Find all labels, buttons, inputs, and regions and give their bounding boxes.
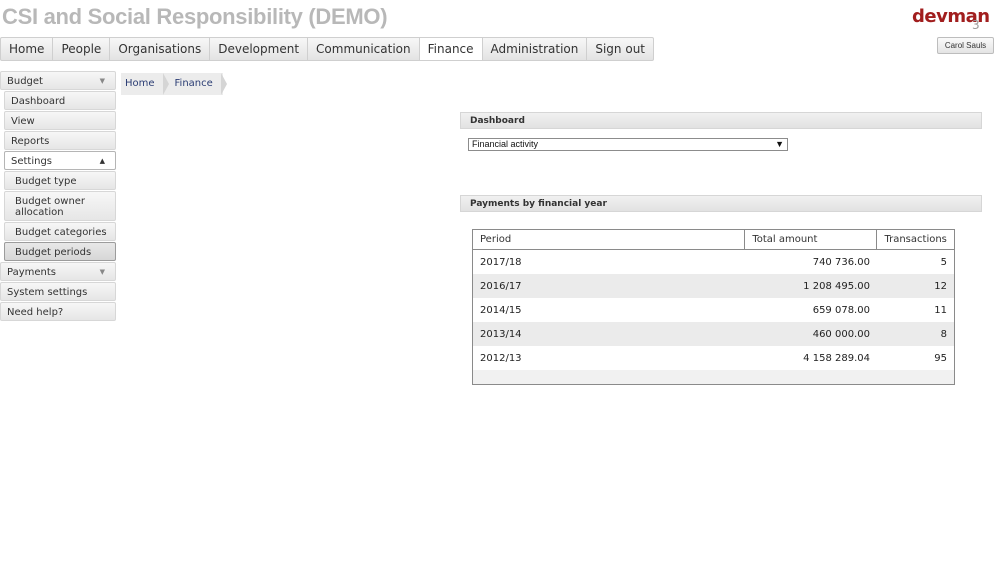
cell-total-amount: 4 158 289.04 bbox=[744, 346, 877, 370]
sidebar-item-payments[interactable]: Payments ▼ bbox=[0, 262, 116, 281]
tab-administration[interactable]: Administration bbox=[483, 38, 588, 60]
table-row[interactable]: 2012/13 4 158 289.04 95 bbox=[472, 346, 955, 370]
logo-number: 3 bbox=[972, 18, 980, 32]
payments-heading: Payments by financial year bbox=[460, 195, 982, 212]
breadcrumb: Home Finance bbox=[121, 73, 228, 95]
cell-period: 2017/18 bbox=[472, 249, 745, 274]
column-header-transactions[interactable]: Transactions bbox=[876, 229, 955, 250]
cell-total-amount: 460 000.00 bbox=[744, 322, 877, 346]
cell-transactions: 12 bbox=[876, 274, 955, 298]
cell-transactions: 95 bbox=[876, 346, 955, 370]
cell-period: 2014/15 bbox=[472, 298, 745, 322]
tab-development[interactable]: Development bbox=[210, 38, 309, 60]
dashboard-select[interactable]: Financial activity ▼ bbox=[468, 138, 788, 151]
cell-transactions: 11 bbox=[876, 298, 955, 322]
table-row[interactable]: 2014/15 659 078.00 11 bbox=[472, 298, 955, 322]
tab-people[interactable]: People bbox=[53, 38, 111, 60]
tab-finance[interactable]: Finance bbox=[419, 38, 483, 60]
cell-period: 2016/17 bbox=[472, 274, 745, 298]
sidebar-item-dashboard[interactable]: Dashboard bbox=[4, 91, 116, 110]
sidebar-item-budget-type[interactable]: Budget type bbox=[4, 171, 116, 190]
tab-organisations[interactable]: Organisations bbox=[110, 38, 211, 60]
chevron-down-icon: ▼ bbox=[775, 139, 784, 149]
sidebar-item-budget-categories[interactable]: Budget categories bbox=[4, 222, 116, 241]
cell-total-amount: 659 078.00 bbox=[744, 298, 877, 322]
column-header-period[interactable]: Period bbox=[472, 229, 746, 250]
sidebar-item-label: Budget bbox=[7, 76, 43, 87]
table-row[interactable]: 2013/14 460 000.00 8 bbox=[472, 322, 955, 346]
dashboard-heading: Dashboard bbox=[460, 112, 982, 129]
sidebar: Budget ▼ Dashboard View Reports Settings ▲… bbox=[0, 71, 116, 322]
sidebar-item-label: Payments bbox=[7, 267, 56, 278]
top-navigation: Home People Organisations Development Co… bbox=[0, 37, 654, 61]
cell-total-amount: 1 208 495.00 bbox=[744, 274, 877, 298]
sidebar-item-settings[interactable]: Settings ▲ bbox=[4, 151, 116, 170]
user-button[interactable]: Carol Sauls bbox=[937, 37, 994, 54]
sidebar-item-need-help[interactable]: Need help? bbox=[0, 302, 116, 321]
sidebar-item-system-settings[interactable]: System settings bbox=[0, 282, 116, 301]
sidebar-item-reports[interactable]: Reports bbox=[4, 131, 116, 150]
table-footer bbox=[472, 370, 955, 385]
cell-transactions: 5 bbox=[876, 249, 955, 274]
table-row[interactable]: 2017/18 740 736.00 5 bbox=[472, 249, 955, 274]
table-row[interactable]: 2016/17 1 208 495.00 12 bbox=[472, 274, 955, 298]
cell-period: 2012/13 bbox=[472, 346, 745, 370]
sidebar-item-view[interactable]: View bbox=[4, 111, 116, 130]
chevron-down-icon: ▼ bbox=[99, 77, 105, 85]
cell-transactions: 8 bbox=[876, 322, 955, 346]
payments-table: Period Total amount Transactions 2017/18… bbox=[472, 229, 955, 385]
column-header-total-amount[interactable]: Total amount bbox=[744, 229, 878, 250]
devman-logo: devman 3 bbox=[912, 6, 990, 32]
cell-total-amount: 740 736.00 bbox=[744, 249, 877, 274]
sidebar-item-budget-periods[interactable]: Budget periods bbox=[4, 242, 116, 261]
breadcrumb-home[interactable]: Home bbox=[121, 73, 169, 95]
app-title: CSI and Social Responsibility (DEMO) bbox=[2, 4, 388, 29]
tab-sign-out[interactable]: Sign out bbox=[587, 38, 653, 60]
breadcrumb-finance[interactable]: Finance bbox=[165, 73, 228, 95]
cell-period: 2013/14 bbox=[472, 322, 745, 346]
tab-communication[interactable]: Communication bbox=[308, 38, 420, 60]
chevron-up-icon: ▲ bbox=[99, 157, 105, 165]
dashboard-select-value: Financial activity bbox=[472, 139, 539, 149]
chevron-down-icon: ▼ bbox=[99, 268, 105, 276]
tab-home[interactable]: Home bbox=[1, 38, 54, 60]
sidebar-item-budget-owner-allocation[interactable]: Budget owner allocation bbox=[4, 191, 116, 221]
sidebar-item-label: Settings bbox=[11, 156, 53, 167]
sidebar-item-budget[interactable]: Budget ▼ bbox=[0, 71, 116, 90]
